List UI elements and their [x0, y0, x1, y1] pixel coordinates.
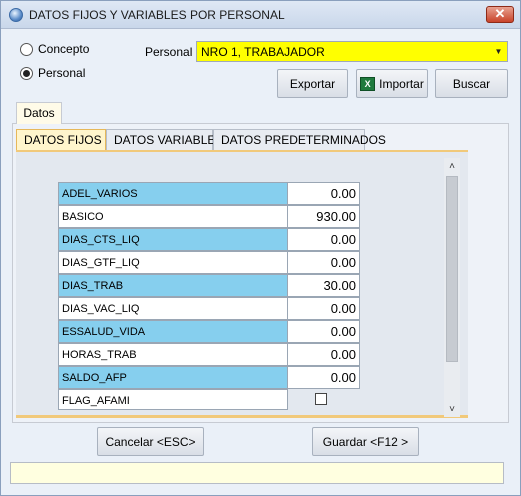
row-name: BASICO [58, 205, 288, 228]
row-name: SALDO_AFP [58, 366, 288, 389]
vertical-scrollbar[interactable]: ˄ ˅ [444, 158, 460, 417]
close-button[interactable]: ✕ [486, 6, 514, 23]
row-name: DIAS_GTF_LIQ [58, 251, 288, 274]
buscar-button[interactable]: Buscar [435, 69, 508, 98]
personal-select-value: NRO 1, TRABAJADOR [201, 45, 325, 59]
guardar-button[interactable]: Guardar <F12 > [312, 427, 419, 456]
table-row: DIAS_TRAB 30.00 [58, 274, 360, 297]
row-value-input[interactable]: 930.00 [287, 205, 360, 228]
table-row: ADEL_VARIOS 0.00 [58, 182, 360, 205]
scroll-thumb[interactable] [446, 176, 458, 362]
row-name: DIAS_VAC_LIQ [58, 297, 288, 320]
row-value-input[interactable]: 0.00 [287, 182, 360, 205]
cancelar-button[interactable]: Cancelar <ESC> [97, 427, 204, 456]
row-value-input[interactable]: 0.00 [287, 320, 360, 343]
exportar-label: Exportar [289, 76, 336, 91]
radio-personal-label: Personal [38, 66, 86, 80]
row-value-input[interactable]: 0.00 [287, 297, 360, 320]
guardar-label: Guardar <F12 > [322, 434, 409, 449]
tab-datos-predeterminados[interactable]: DATOS PREDETERMINADOS [213, 129, 386, 151]
importar-button[interactable]: X Importar [356, 69, 428, 98]
row-name: ADEL_VARIOS [58, 182, 288, 205]
importar-label: Importar [379, 76, 424, 91]
flag-afami-checkbox[interactable] [315, 393, 327, 405]
table-row: DIAS_GTF_LIQ 0.00 [58, 251, 360, 274]
scroll-up-icon[interactable]: ˄ [444, 158, 460, 174]
radio-concepto-indicator[interactable] [20, 42, 33, 56]
app-icon [9, 8, 23, 22]
excel-icon: X [360, 76, 376, 91]
row-value-input[interactable]: 0.00 [287, 343, 360, 366]
table-row: DIAS_CTS_LIQ 0.00 [58, 228, 360, 251]
tab-datos[interactable]: Datos [16, 102, 62, 124]
personal-label: Personal [145, 45, 193, 59]
cancelar-label: Cancelar <ESC> [105, 434, 196, 449]
personal-select[interactable]: NRO 1, TRABAJADOR ▼ [196, 41, 508, 62]
window-title: DATOS FIJOS Y VARIABLES POR PERSONAL [29, 8, 285, 22]
row-value-input[interactable]: 30.00 [287, 274, 360, 297]
table-row: HORAS_TRAB 0.00 [58, 343, 360, 366]
title-bar[interactable]: DATOS FIJOS Y VARIABLES POR PERSONAL ✕ [1, 1, 520, 29]
chevron-down-icon[interactable]: ▼ [490, 42, 507, 61]
row-value-input[interactable]: 0.00 [287, 366, 360, 389]
row-name: DIAS_CTS_LIQ [58, 228, 288, 251]
row-name: ESSALUD_VIDA [58, 320, 288, 343]
row-name: DIAS_TRAB [58, 274, 288, 297]
status-bar [10, 462, 504, 484]
dialog-window: DATOS FIJOS Y VARIABLES POR PERSONAL ✕ C… [0, 0, 521, 496]
row-name: HORAS_TRAB [58, 343, 288, 366]
row-value-input[interactable]: 0.00 [287, 228, 360, 251]
tab-datos-variables[interactable]: DATOS VARIABLES [106, 129, 223, 151]
table-row: FLAG_AFAMI [58, 389, 360, 410]
table-row: DIAS_VAC_LIQ 0.00 [58, 297, 360, 320]
scroll-down-icon[interactable]: ˅ [444, 401, 460, 417]
radio-concepto-label: Concepto [38, 42, 90, 56]
table-row: ESSALUD_VIDA 0.00 [58, 320, 360, 343]
radio-concepto[interactable]: Concepto [20, 42, 89, 56]
radio-personal[interactable]: Personal [20, 66, 85, 80]
table-row: BASICO 930.00 [58, 205, 360, 228]
row-value-input[interactable]: 0.00 [287, 251, 360, 274]
tab-datos-fijos[interactable]: DATOS FIJOS [16, 129, 106, 151]
row-name: FLAG_AFAMI [58, 389, 288, 410]
buscar-label: Buscar [452, 76, 491, 91]
table-row: SALDO_AFP 0.00 [58, 366, 360, 389]
exportar-button[interactable]: Exportar [277, 69, 348, 98]
radio-personal-indicator[interactable] [20, 66, 33, 80]
